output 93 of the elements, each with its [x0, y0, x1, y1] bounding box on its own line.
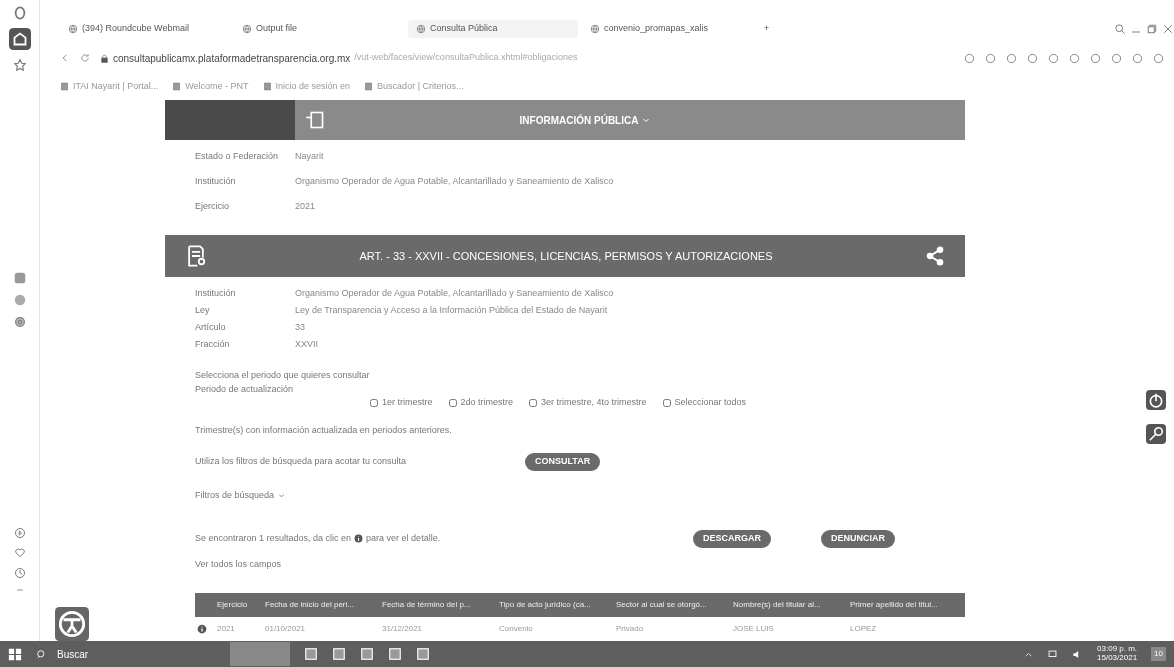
- taskbar-image: [230, 642, 290, 666]
- period-prompt: Selecciona el periodo que quieres consultar: [194, 369, 371, 382]
- home-icon[interactable]: [8, 28, 31, 50]
- detail-label: Institución: [194, 286, 237, 300]
- detail-value: Organismo Operador de Agua Potable, Alcantarillado y Saneamiento de Xalisco: [295, 286, 614, 300]
- detail-label: Artículo: [194, 320, 227, 334]
- bookmark-icon: [60, 82, 69, 92]
- clock-icon[interactable]: [13, 567, 26, 579]
- back-icon[interactable]: [60, 53, 70, 63]
- column-header[interactable]: Ejercicio: [215, 593, 263, 617]
- bookmark-link[interactable]: Welcome - PNT: [172, 80, 249, 94]
- search-icon[interactable]: [1114, 23, 1126, 36]
- download-button[interactable]: DESCARGAR: [693, 530, 771, 548]
- filter-hint: Utiliza los filtros de búsqueda para acotar tu consulta: [194, 455, 408, 468]
- restore-icon[interactable]: [1146, 23, 1158, 36]
- ring-icon[interactable]: [12, 6, 27, 20]
- browser-tab[interactable]: (394) Roundcube Webmail: [60, 20, 230, 38]
- globe-icon: [416, 24, 426, 35]
- filters-toggle[interactable]: Filtros de búsqueda: [165, 488, 965, 502]
- menu-dropdown[interactable]: INFORMACIÓN PÚBLICA: [335, 100, 835, 140]
- field-label: Ejercicio: [194, 199, 230, 213]
- share-icon[interactable]: [925, 246, 945, 266]
- globe-icon: [590, 24, 600, 35]
- accessibility-icon[interactable]: [55, 607, 89, 641]
- windows-icon[interactable]: [8, 647, 22, 661]
- period-note: Trimestre(s) con información actualizada en periodos anteriores.: [194, 423, 453, 437]
- detail-label: Ley: [194, 303, 211, 317]
- search-icon: [36, 648, 47, 660]
- table-cell-text: LOPEZ: [849, 623, 878, 635]
- table-cell-text: Privado: [615, 623, 645, 635]
- globe-icon: [68, 24, 78, 35]
- notification-badge[interactable]: 10: [1151, 647, 1166, 661]
- chevron-down-icon: [278, 491, 286, 499]
- column-header[interactable]: Fecha de inicio del peri...: [263, 593, 380, 617]
- bookmark-link[interactable]: ITAI Nayarit | Portal...: [60, 80, 159, 94]
- close-icon[interactable]: [1162, 23, 1174, 36]
- period-option-label: 1er trimestre: [382, 396, 433, 409]
- star-icon[interactable]: [12, 58, 27, 72]
- detail-value: XXVII: [295, 337, 318, 351]
- chevron-down-icon: [642, 116, 651, 124]
- section-title: ART. - 33 - XXVII - CONCESIONES, LICENCIAS, PERMISOS Y AUTORIZACIONES: [358, 248, 774, 264]
- field-label: Estado o Federación: [194, 149, 280, 163]
- new-tab-button[interactable]: +: [756, 20, 786, 38]
- period-checkbox[interactable]: [448, 398, 457, 407]
- url-path: /vut-web/faces/view/consultaPublica.xhtml#obligaciones: [354, 51, 578, 65]
- results-text: Se encontraron 1 resultados, da clic en: [195, 532, 352, 545]
- field-label: Institución: [194, 174, 237, 188]
- period-checkbox[interactable]: [370, 398, 378, 407]
- bookmark-icon: [262, 82, 272, 92]
- table-cell-text: Convenio: [498, 623, 534, 635]
- results-text: para ver el detalle.: [366, 532, 441, 545]
- browser-tab[interactable]: Consulta Pública: [408, 20, 578, 38]
- column-header[interactable]: Tipo de acto jurídico (ca...: [497, 593, 614, 617]
- bookmark-link[interactable]: Inicio de sesión en: [262, 80, 351, 94]
- period-checkbox[interactable]: [662, 398, 671, 407]
- table-cell-text: 2021: [216, 623, 236, 635]
- detail-value: 33: [295, 320, 305, 334]
- show-all-link[interactable]: Ver todos los campos: [165, 557, 965, 571]
- column-header[interactable]: Primer apellido del titul...: [848, 593, 965, 617]
- table-cell-text: JOSE LUIS: [732, 623, 775, 635]
- app-icon[interactable]: [12, 270, 27, 285]
- detail-label: Fracción: [194, 337, 231, 351]
- bookmark-link[interactable]: Buscador | Criterios...: [364, 80, 464, 94]
- browser-tab[interactable]: Output file: [234, 20, 404, 38]
- period-label: Periodo de actualización: [194, 382, 295, 396]
- table-cell-text: 01/10/2021: [264, 623, 307, 635]
- detail-value: Ley de Transparencia y Acceso a la Información Pública del Estado de Nayarit: [295, 303, 608, 317]
- bookmark-icon: [172, 82, 182, 92]
- play-icon[interactable]: [13, 527, 26, 539]
- browser-tab[interactable]: convenio_promapas_xalis: [582, 20, 752, 38]
- key-icon[interactable]: [1146, 424, 1166, 444]
- network-icon[interactable]: [1047, 648, 1059, 660]
- reload-icon[interactable]: [80, 53, 90, 63]
- report-button[interactable]: DENUNCIAR: [821, 530, 895, 548]
- taskbar-search-field[interactable]: Buscar: [55, 645, 175, 663]
- bookmark-icon: [364, 82, 374, 92]
- period-checkbox[interactable]: [529, 398, 538, 407]
- consult-button[interactable]: CONSULTAR: [525, 453, 601, 471]
- column-header[interactable]: Sector al cual se otorgó...: [614, 593, 731, 617]
- power-icon[interactable]: [1146, 390, 1166, 410]
- globe-icon: [242, 24, 252, 35]
- table-cell-text: 31/12/2021: [381, 623, 424, 635]
- select-field[interactable]: Organismo Operador de Agua Potable, Alcantarillado y Saneamiento de Xalisco: [295, 174, 825, 189]
- select-field[interactable]: 2021: [295, 199, 435, 214]
- period-option-label: 3er trimestre, 4to trimestre: [541, 396, 647, 409]
- url-host: consultapublicamx.plataformadetransparencia.org.mx: [113, 51, 351, 66]
- lock-icon: [100, 53, 109, 63]
- taskbar-clock[interactable]: 03:09 p. m. 15/03/2021: [1097, 645, 1138, 663]
- select-field[interactable]: Nayarit: [295, 149, 435, 164]
- period-option-label: Seleccionar todos: [674, 396, 747, 409]
- column-header[interactable]: Nombre(s) del titular al...: [731, 593, 848, 617]
- period-option-label: 2do trimestre: [460, 396, 514, 409]
- column-header[interactable]: Fecha de término del p...: [380, 593, 497, 617]
